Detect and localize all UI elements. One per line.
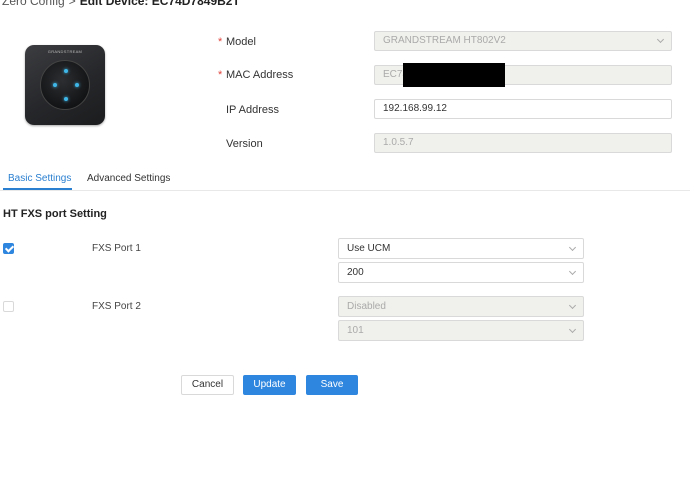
- tab-divider: [0, 190, 690, 191]
- chevron-down-icon: [568, 267, 577, 276]
- fxs-port-1-label: FXS Port 1: [92, 243, 141, 254]
- fxs-port-1-mode-value: Use UCM: [347, 243, 391, 254]
- version-field: 1.0.5.7: [374, 133, 672, 153]
- fxs-port-1-checkbox[interactable]: [3, 243, 14, 254]
- model-label: Model: [226, 36, 256, 48]
- chevron-down-icon: [568, 325, 577, 334]
- version-value: 1.0.5.7: [383, 137, 414, 148]
- model-select[interactable]: GRANDSTREAM HT802V2: [374, 31, 672, 51]
- required-marker: *: [218, 36, 223, 48]
- fxs-port-1-extension-select[interactable]: 200: [338, 262, 584, 283]
- version-label: Version: [226, 138, 263, 150]
- model-value: GRANDSTREAM HT802V2: [383, 35, 506, 46]
- breadcrumb-parent[interactable]: Zero Config: [2, 0, 65, 8]
- fxs-port-2-checkbox[interactable]: [3, 301, 14, 312]
- ip-address-value: 192.168.99.12: [383, 103, 447, 114]
- fxs-port-1-extension-value: 200: [347, 267, 364, 278]
- fxs-port-2-label: FXS Port 2: [92, 301, 141, 312]
- mac-address-label: MAC Address: [226, 69, 294, 81]
- fxs-port-2-mode-select: Disabled: [338, 296, 584, 317]
- redaction-box: [403, 63, 505, 87]
- cancel-button[interactable]: Cancel: [181, 375, 234, 395]
- save-button[interactable]: Save: [306, 375, 358, 395]
- fxs-port-2-extension-value: 101: [347, 325, 364, 336]
- chevron-down-icon: [568, 243, 577, 252]
- breadcrumb-separator: >: [68, 0, 76, 8]
- chevron-down-icon: [656, 35, 665, 44]
- ip-address-label: IP Address: [226, 104, 279, 116]
- device-button-pad: [40, 60, 90, 110]
- fxs-port-1-mode-select[interactable]: Use UCM: [338, 238, 584, 259]
- update-button[interactable]: Update: [243, 375, 296, 395]
- breadcrumb: Zero Config > Edit Device: EC74D7849B2T: [2, 0, 240, 8]
- tab-advanced-settings[interactable]: Advanced Settings: [87, 173, 170, 184]
- breadcrumb-current: Edit Device: EC74D7849B2T: [79, 0, 240, 8]
- chevron-down-icon: [568, 301, 577, 310]
- device-brand-text: GRANDSTREAM: [47, 49, 83, 54]
- fxs-port-2-extension-select: 101: [338, 320, 584, 341]
- ip-address-input[interactable]: 192.168.99.12: [374, 99, 672, 119]
- required-marker: *: [218, 69, 223, 81]
- section-title: HT FXS port Setting: [3, 208, 107, 220]
- device-image: GRANDSTREAM: [25, 45, 105, 125]
- tab-basic-settings[interactable]: Basic Settings: [8, 173, 71, 184]
- fxs-port-2-mode-value: Disabled: [347, 301, 386, 312]
